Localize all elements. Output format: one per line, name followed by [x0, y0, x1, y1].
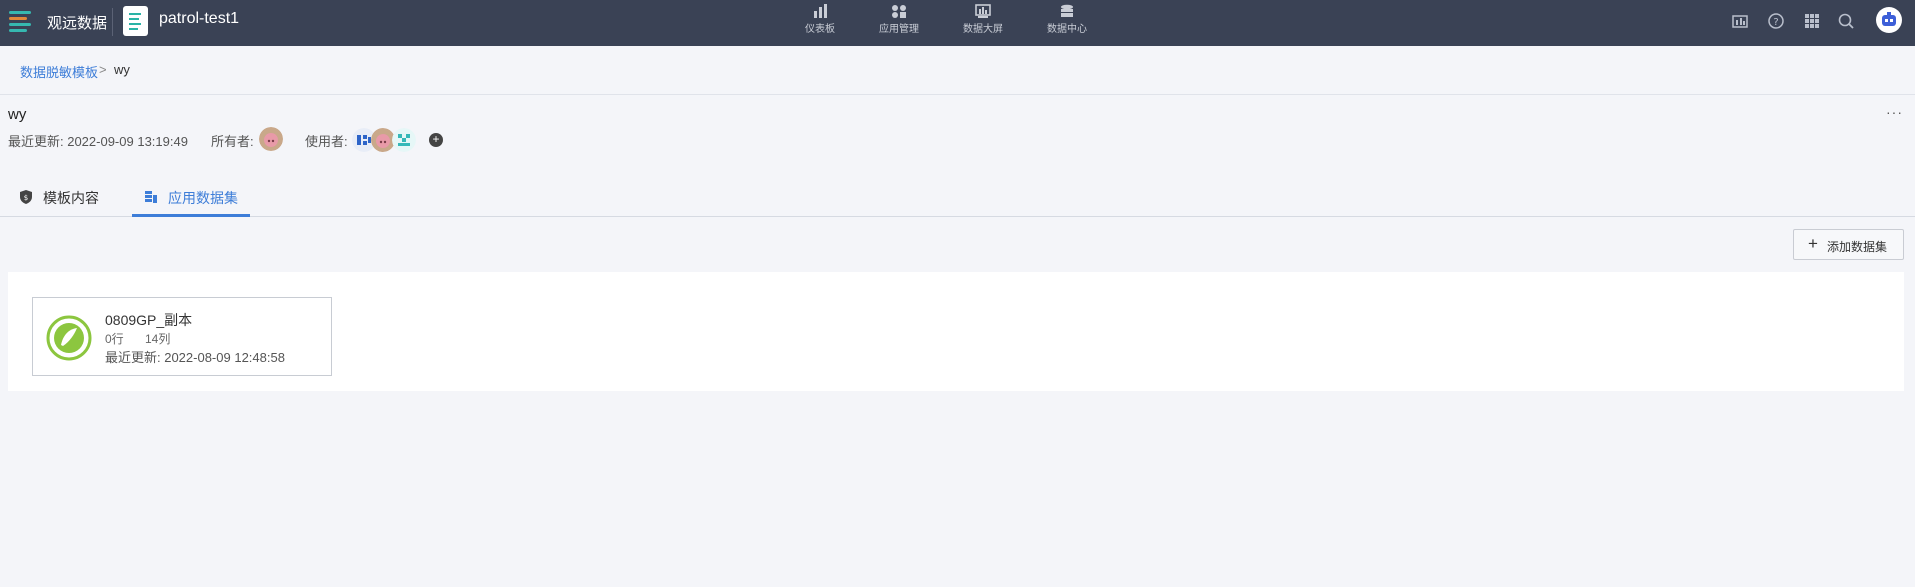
user-avatar-3[interactable] [392, 128, 416, 152]
tab-app-datasets[interactable]: 应用数据集 [132, 178, 250, 217]
topbar-divider [112, 8, 113, 36]
nav-data-center[interactable]: 数据中心 [1034, 2, 1100, 42]
dataset-rows: 0行 [105, 332, 124, 346]
add-user-icon[interactable]: + [429, 133, 443, 147]
updated-time: 最近更新: 2022-09-09 13:19:49 [8, 134, 188, 149]
dataset-logo-icon [46, 315, 92, 361]
tab-app-datasets-label: 应用数据集 [168, 190, 238, 206]
nav-app-manage-label: 应用管理 [879, 24, 919, 35]
help-icon[interactable]: ? [1767, 12, 1785, 30]
owner-avatar[interactable] [259, 127, 283, 151]
plus-icon: + [1808, 234, 1818, 253]
data-center-icon [1061, 4, 1073, 17]
dataset-name: 0809GP_副本 [105, 312, 193, 328]
nav-big-screen-label: 数据大屏 [963, 24, 1003, 35]
robot-avatar-icon [1882, 12, 1896, 26]
dataset-card[interactable]: 0809GP_副本 0行 14列 最近更新: 2022-08-09 12:48:… [32, 297, 332, 376]
screen-icon[interactable] [1731, 12, 1749, 30]
tab-template-content-label: 模板内容 [43, 190, 99, 206]
nav-big-screen[interactable]: 数据大屏 [950, 2, 1016, 42]
more-options-icon[interactable]: ··· [1886, 104, 1906, 120]
shield-icon: $ [20, 190, 32, 204]
user-avatar[interactable] [1876, 7, 1902, 33]
bar-chart-icon [814, 4, 827, 18]
nav-app-manage[interactable]: 应用管理 [866, 2, 932, 42]
nav-data-center-label: 数据中心 [1047, 24, 1087, 35]
nav-dashboard-label: 仪表板 [805, 24, 835, 35]
dataset-cols: 14列 [145, 332, 171, 346]
users-label: 使用者: [305, 134, 348, 149]
nav-dashboard[interactable]: 仪表板 [787, 2, 853, 42]
owner-label: 所有者: [211, 134, 254, 149]
top-bar: 观远数据 patrol-test1 仪表板 应用管理 数据大屏 数据中心 ? [0, 0, 1915, 46]
search-icon[interactable] [1837, 12, 1855, 30]
page-title: wy [8, 106, 27, 123]
breadcrumb-separator: > [99, 62, 107, 77]
tab-template-content[interactable]: $ 模板内容 [19, 178, 109, 217]
add-dataset-label: 添加数据集 [1827, 240, 1888, 254]
svg-text:$: $ [24, 194, 28, 202]
breadcrumb: 数据脱敏模板 > wy [0, 46, 1915, 95]
teal-pattern-avatar-icon [392, 128, 416, 152]
breadcrumb-parent-link[interactable]: 数据脱敏模板 [20, 62, 98, 81]
breadcrumb-current: wy [114, 62, 130, 77]
pig-avatar-icon [259, 127, 283, 151]
dataset-updated: 最近更新: 2022-08-09 12:48:58 [105, 350, 285, 365]
add-dataset-button[interactable]: + 添加数据集 [1793, 229, 1904, 260]
svg-text:?: ? [1773, 17, 1778, 28]
dataset-icon [145, 191, 157, 203]
apps-manage-icon [892, 5, 906, 18]
app-name[interactable]: patrol-test1 [159, 10, 239, 28]
big-screen-icon [975, 4, 991, 18]
grid-icon[interactable] [1803, 12, 1821, 30]
brand-name[interactable]: 观远数据 [47, 12, 107, 33]
main-menu-icon[interactable] [6, 7, 34, 39]
app-icon [123, 6, 148, 36]
tab-bar: $ 模板内容 应用数据集 [0, 178, 1915, 217]
